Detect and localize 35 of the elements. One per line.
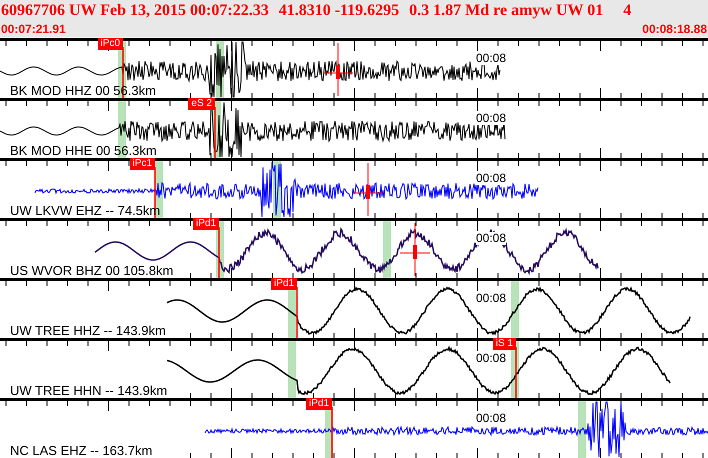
pick-line[interactable]: [154, 167, 156, 218]
pick-line[interactable]: [122, 47, 124, 98]
residual-marker: [352, 162, 384, 216]
time-label: 00:08: [476, 112, 506, 125]
residual-marker: [400, 222, 430, 276]
station-label: BK MOD HHE 00 56.3km: [10, 143, 157, 158]
phase-label[interactable]: iS 1: [492, 338, 516, 350]
residual-marker: [322, 42, 354, 96]
event-summary: 60967706 UW Feb 13, 2015 00:07:22.33: [1, 1, 269, 21]
pick-window-band: [578, 401, 586, 458]
phase-label[interactable]: iPd1: [192, 218, 219, 230]
pick-line[interactable]: [296, 287, 298, 338]
phase-label[interactable]: iPd1: [270, 278, 297, 290]
pick-window-band: [511, 281, 519, 338]
time-label: 00:08: [476, 352, 506, 365]
time-label: 00:08: [476, 232, 506, 245]
pick-window-band: [383, 221, 391, 278]
pick-window-band: [288, 341, 296, 398]
station-label: NC LAS EHZ -- 163.7km: [10, 443, 152, 458]
time-label: 00:08: [476, 52, 506, 65]
phase-label[interactable]: iPc0: [98, 38, 123, 50]
phase-label[interactable]: eS 2: [188, 98, 215, 110]
time-label: 00:08: [476, 172, 506, 185]
event-magnitude: 0.3 1.87 Md re amyw UW 01: [409, 1, 604, 21]
station-label: UW TREE HHZ -- 143.9km: [10, 323, 166, 338]
phase-label[interactable]: iPc1: [130, 158, 155, 170]
event-count: 4: [623, 1, 632, 21]
start-time: 00:07:21.91: [1, 22, 66, 36]
time-label: 00:08: [476, 292, 506, 305]
phase-label[interactable]: iPd1: [306, 398, 332, 410]
end-time: 00:08:18.88: [642, 22, 707, 36]
station-label: US WVOR BHZ 00 105.8km: [10, 263, 174, 278]
time-label: 00:08: [476, 412, 506, 425]
event-location: 41.8310 -119.6295: [278, 1, 400, 21]
station-label: UW TREE HHN -- 143.9km: [10, 383, 168, 398]
